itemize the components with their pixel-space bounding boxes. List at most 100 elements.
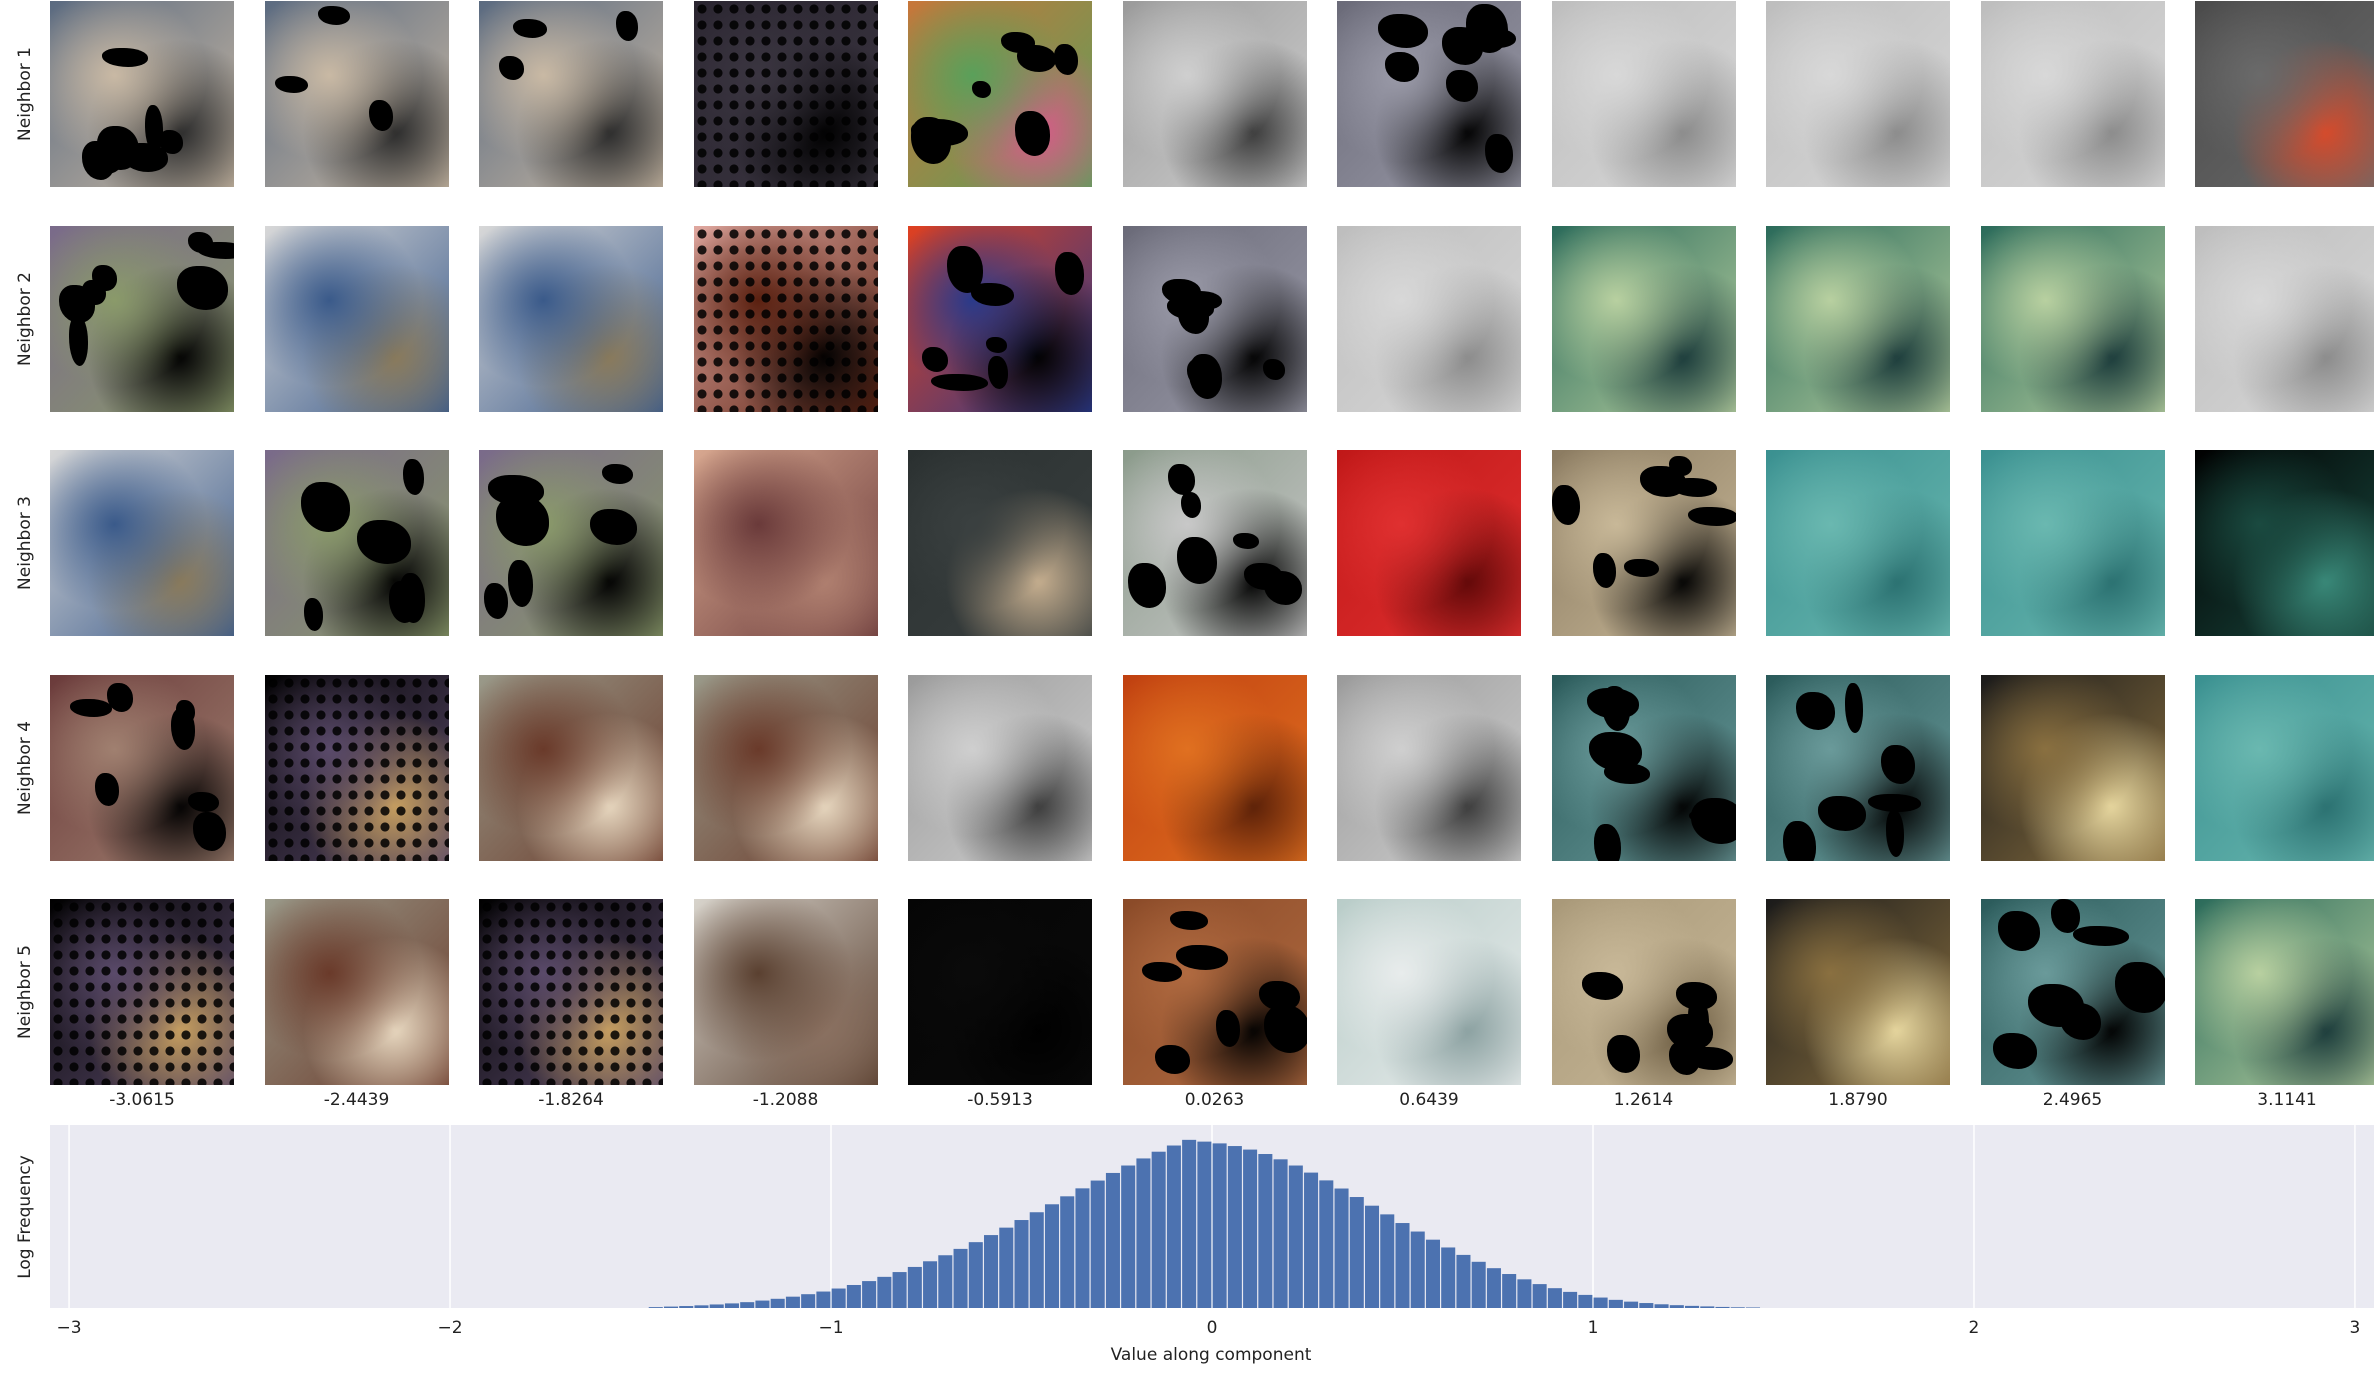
- x-tick-label: 3: [2350, 1318, 2361, 1338]
- histogram-bar: [816, 1291, 831, 1308]
- neighbor-image-purple-dots: [264, 674, 449, 861]
- histogram-bar: [1700, 1306, 1715, 1308]
- y-axis-label: Log Frequency: [15, 1155, 35, 1279]
- neighbor-image-turtle-water: [2195, 899, 2374, 1085]
- histogram-bar: [923, 1261, 938, 1308]
- neighbor-image-monkey-yawn: [264, 899, 449, 1085]
- neighbor-image-stone-relief: [1980, 1, 2165, 187]
- row-label: Neighbor 5: [0, 899, 50, 1085]
- histogram-bar: [1166, 1145, 1181, 1308]
- neighbor-image-bathtub: [1337, 899, 1521, 1085]
- column-value-label: 1.8790: [1828, 1090, 1888, 1110]
- histogram-bar: [1441, 1247, 1456, 1308]
- histogram-bar: [907, 1266, 922, 1308]
- histogram-bar: [938, 1255, 953, 1308]
- histogram-bar: [877, 1276, 892, 1308]
- histogram-bar: [999, 1227, 1014, 1308]
- neighbor-image-dark-water: [2195, 450, 2374, 636]
- neighbor-image-chestnut-hand: [693, 225, 878, 412]
- histogram-bar: [1502, 1274, 1517, 1308]
- x-tick-label: 0: [1207, 1318, 1218, 1338]
- neighbor-image-kids-table: [50, 1, 234, 187]
- histogram-bar: [709, 1304, 724, 1308]
- x-tick-label: −3: [57, 1318, 82, 1338]
- neighbor-image-radiator-grille: [908, 674, 1092, 861]
- histogram-bar: [1410, 1231, 1425, 1308]
- neighbor-image-worm-hand: [693, 450, 878, 636]
- histogram-bar: [1456, 1254, 1471, 1308]
- histogram-bar: [1304, 1172, 1319, 1308]
- column-value-label: -0.5913: [967, 1090, 1033, 1110]
- histogram-bar: [1578, 1294, 1593, 1308]
- neighbor-image-kids-table: [264, 1, 449, 187]
- row-label-text: Neighbor 3: [15, 496, 35, 590]
- histogram-bar: [1593, 1297, 1608, 1308]
- column-value-label: 2.4965: [2042, 1090, 2103, 1110]
- histogram-bar: [1471, 1261, 1486, 1308]
- histogram-bar: [1014, 1220, 1029, 1308]
- neighbor-image-dry-grass-deer: [1551, 899, 1736, 1085]
- histogram-bar: [1136, 1158, 1151, 1308]
- histogram-bar: [1669, 1305, 1684, 1308]
- column-value-label: 0.6439: [1399, 1090, 1459, 1110]
- row-label: Neighbor 1: [0, 1, 50, 187]
- neighbor-image-hex-mesh: [1551, 674, 1736, 861]
- histogram-bar: [740, 1302, 755, 1308]
- histogram-bar: [1654, 1304, 1669, 1308]
- histogram-bar: [1243, 1149, 1258, 1308]
- histogram-bar: [862, 1281, 877, 1308]
- neighbor-image-mesh-screen: [1337, 1, 1521, 187]
- histogram-bar: [1395, 1223, 1410, 1308]
- histogram-bar: [1182, 1139, 1197, 1308]
- histogram-bar: [1715, 1306, 1730, 1308]
- neighbor-image-red-curtain: [1337, 450, 1521, 636]
- histogram-bar: [1334, 1188, 1349, 1308]
- neighbor-image-honeycomb: [1980, 674, 2165, 861]
- histogram-bar: [846, 1284, 861, 1308]
- histogram-bar: [1532, 1284, 1547, 1308]
- neighbor-image-hex-mesh: [1766, 674, 1950, 861]
- histogram-bar: [1380, 1214, 1395, 1308]
- neighbor-image-purple-dots: [479, 899, 663, 1085]
- histogram-bar: [1258, 1154, 1273, 1308]
- neighbor-image-shallow-water: [1766, 450, 1950, 636]
- histogram-bar: [1745, 1307, 1761, 1308]
- neighbor-image-black-tile: [908, 899, 1092, 1085]
- neighbor-image-monkey-face: [50, 674, 234, 861]
- neighbor-image-workshop: [1551, 450, 1736, 636]
- histogram-bar: [1730, 1307, 1745, 1308]
- column-value-label: -1.8264: [538, 1090, 604, 1110]
- x-tick-labels: −3 −2 −1 0 1 2 3: [57, 1318, 2361, 1338]
- x-tick-label: 2: [1969, 1318, 1980, 1338]
- column-value-label: -1.2088: [752, 1090, 819, 1110]
- histogram-bar: [1349, 1197, 1364, 1308]
- row-label: Neighbor 2: [0, 226, 50, 412]
- histogram-bar: [1425, 1239, 1440, 1308]
- histogram-bar: [1105, 1172, 1120, 1308]
- x-axis-label: Value along component: [1111, 1345, 1312, 1365]
- histogram-bar: [1212, 1143, 1227, 1308]
- row-label: Neighbor 4: [0, 675, 50, 861]
- neighbor-image-turtle-water: [1980, 225, 2165, 412]
- neighbor-image-stone-relief: [1337, 225, 1521, 412]
- histogram-bar: [1685, 1305, 1700, 1308]
- neighbor-image-hippo-grass: [264, 450, 449, 636]
- neighbor-image-dark-twig: [908, 450, 1092, 636]
- histogram-chart: −3 −2 −1 0 1 2 3 Log Frequency Value along com…: [15, 1125, 2374, 1365]
- column-value-label: 3.1141: [2257, 1090, 2317, 1110]
- neighbor-image-jar-sander: [50, 450, 234, 636]
- histogram-bar: [1486, 1268, 1501, 1308]
- neighbor-image-stone-relief: [2195, 225, 2374, 412]
- histogram-bar: [1517, 1279, 1532, 1308]
- column-value-label: -2.4439: [323, 1090, 390, 1110]
- row-label-text: Neighbor 4: [15, 720, 35, 815]
- row-label-text: Neighbor 2: [15, 271, 35, 366]
- neighbor-image-shallow-water: [2195, 674, 2374, 861]
- neighbor-image-monkey-yawn: [693, 674, 878, 861]
- histogram-bar: [1364, 1205, 1380, 1308]
- histogram-bar: [831, 1288, 846, 1308]
- neighbor-image-mesh-screen: [1122, 225, 1307, 412]
- histogram-bar: [1288, 1165, 1303, 1308]
- histogram-bar: [968, 1242, 983, 1308]
- histogram-bar: [785, 1296, 800, 1308]
